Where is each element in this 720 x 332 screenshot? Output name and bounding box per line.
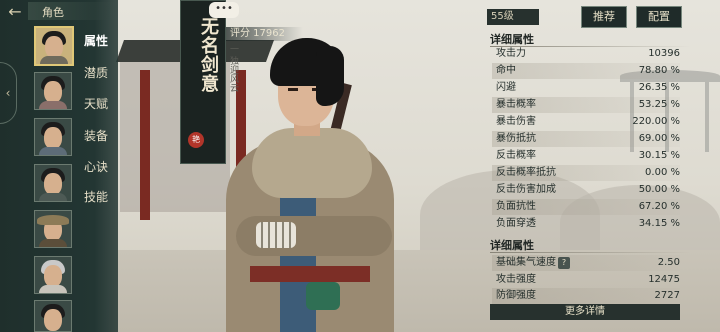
section-title-detailed-attributes-2: 详细属性	[490, 239, 534, 252]
stat-value: 220.00 %	[632, 116, 680, 127]
section-divider	[490, 252, 690, 253]
stat-label: 反击概率抵抗	[496, 167, 556, 178]
stat-row: 负面穿透 34.15 %	[492, 216, 680, 232]
stat-value: 30.15 %	[638, 150, 680, 161]
arrow-left-icon: ←	[8, 2, 22, 21]
collapse-arrow-button[interactable]: ‹	[0, 62, 17, 124]
stat-label: 反击概率	[496, 150, 536, 161]
stat-value: 53.25 %	[638, 99, 680, 110]
stat-label: 负面穿透	[496, 218, 536, 229]
stat-row: 防御强度 2727	[492, 288, 680, 304]
stat-row: 暴击概率 53.25 %	[492, 97, 680, 113]
section-title-detailed-attributes: 详细属性	[490, 33, 534, 46]
stat-row: 攻击强度 12475	[492, 272, 680, 288]
more-details-button[interactable]: 更多详情	[490, 304, 680, 320]
stat-row: 攻击力 10396	[492, 46, 680, 62]
portrait-man-long-hair[interactable]	[34, 164, 72, 202]
stat-row: 暴伤抵抗 69.00 %	[492, 131, 680, 147]
stat-value: 67.20 %	[638, 201, 680, 212]
stat-label: 暴伤抵抗	[496, 133, 536, 144]
stat-label: 攻击强度	[496, 274, 536, 285]
menu-talent[interactable]: 天赋	[84, 95, 108, 112]
character-sidebar: ← 角色 ‹ 属性 潜质 天赋 装备 心诀 技能	[0, 0, 118, 332]
menu-skills[interactable]: 技能	[84, 188, 108, 205]
stat-row: 暴击伤害 220.00 %	[492, 114, 680, 130]
character-figure	[212, 30, 412, 332]
stat-value: 2.50	[657, 257, 680, 268]
portrait-hero[interactable]	[34, 26, 74, 66]
portrait-woman-black-hair[interactable]	[34, 72, 72, 110]
stat-label: 防御强度	[496, 290, 536, 301]
stat-row: 反击概率抵抗 0.00 %	[492, 165, 680, 181]
stat-value: 12475	[648, 274, 680, 285]
chat-bubble-button[interactable]: •••	[209, 2, 239, 18]
stat-label: 攻击力	[496, 48, 526, 59]
page-title: 角色	[42, 6, 64, 19]
stat-value: 0.00 %	[645, 167, 680, 178]
stat-value: 78.80 %	[638, 65, 680, 76]
back-button[interactable]: ←	[4, 3, 26, 21]
menu-mind-art[interactable]: 心诀	[84, 158, 108, 175]
recommend-button[interactable]: 推荐	[581, 6, 627, 28]
menu-potential[interactable]: 潜质	[84, 64, 108, 81]
stat-value: 26.35 %	[638, 82, 680, 93]
stat-row: 闪避 26.35 %	[492, 80, 680, 96]
config-button[interactable]: 配置	[636, 6, 682, 28]
stat-value: 34.15 %	[638, 218, 680, 229]
stat-value: 50.00 %	[638, 184, 680, 195]
portrait-woman-white-hair[interactable]	[34, 256, 72, 294]
portrait-man-straw-hat[interactable]	[34, 210, 72, 248]
stat-label: 命中	[496, 65, 516, 76]
seal-badge: 艳	[188, 132, 204, 148]
background-pillar	[140, 70, 150, 220]
stat-value: 69.00 %	[638, 133, 680, 144]
portrait-woman-hairpin[interactable]	[34, 118, 72, 156]
stat-row: 反击伤害加成 50.00 %	[492, 182, 680, 198]
stat-value: 2727	[654, 290, 680, 301]
stat-label: 闪避	[496, 82, 516, 93]
chevron-left-icon: ‹	[5, 86, 11, 100]
stat-label: 负面抗性	[496, 201, 536, 212]
stat-value: 10396	[648, 48, 680, 59]
stat-row: 基础集气速度 2.50	[492, 255, 680, 271]
help-icon[interactable]: ?	[558, 257, 570, 269]
stat-row: 命中 78.80 %	[492, 63, 680, 79]
stat-label: 暴击概率	[496, 99, 536, 110]
stat-row: 负面抗性 67.20 %	[492, 199, 680, 215]
stat-label: 反击伤害加成	[496, 184, 556, 195]
level-badge: 55级	[487, 9, 539, 25]
portrait-woman-dark-hair[interactable]	[34, 300, 72, 332]
stat-label: 暴击伤害	[496, 116, 536, 127]
menu-equipment[interactable]: 装备	[84, 127, 108, 144]
stat-row: 反击概率 30.15 %	[492, 148, 680, 164]
stat-label: 基础集气速度	[496, 257, 556, 268]
menu-attributes[interactable]: 属性	[84, 32, 108, 49]
